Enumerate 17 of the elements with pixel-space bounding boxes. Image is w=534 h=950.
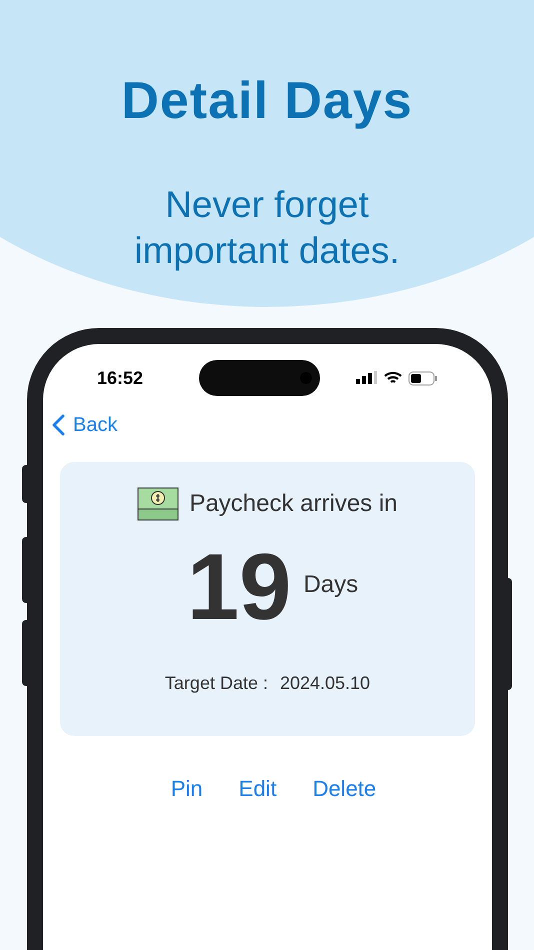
date-label: Target Date : [164,672,268,695]
day-count: 19 [186,540,292,634]
wifi-icon [384,371,402,385]
battery-icon [408,370,438,386]
target-date: 2024.05.10 [280,672,370,695]
action-link[interactable]: Delete [312,772,376,805]
chevron-left-icon [51,414,65,436]
event-title: Paycheck arrives in [189,489,398,519]
action-link[interactable]: Edit [238,772,277,805]
tagline: Never forget important dates. [133,183,401,273]
action-link[interactable]: Pin [170,772,203,805]
app-title: Detail Days [121,71,413,132]
signal-icon [356,371,378,385]
day-unit: Days [303,570,358,600]
status-time: 16:52 [97,366,144,390]
money-icon [137,487,180,521]
back-button[interactable]: Back [51,410,118,440]
